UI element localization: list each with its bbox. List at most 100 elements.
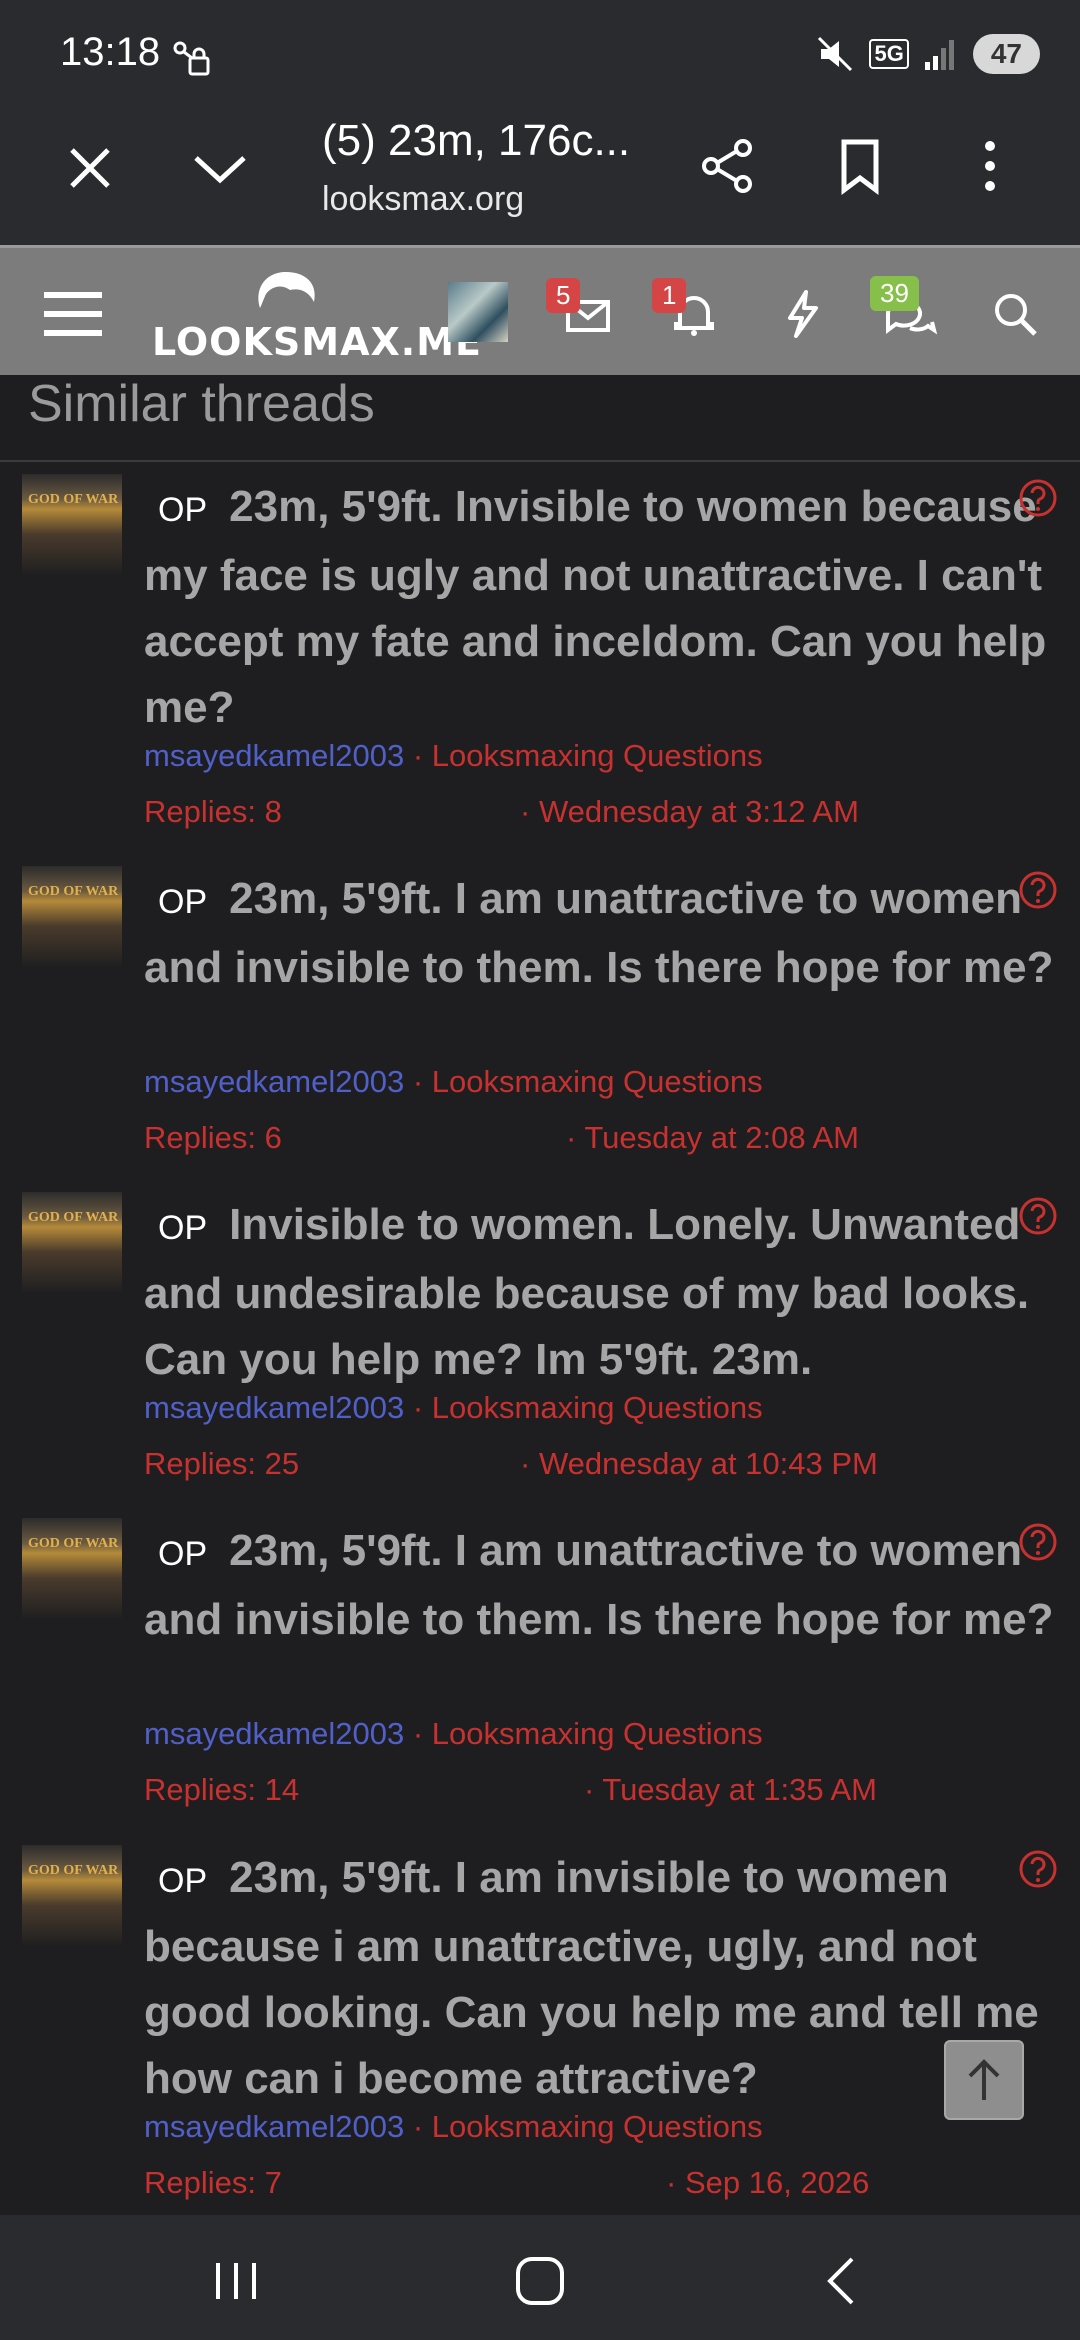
thread-title-text[interactable]: 23m, 5'9ft. I am invisible to women beca…	[144, 1853, 1039, 2103]
search-icon[interactable]	[985, 284, 1045, 344]
meta-separator: ·	[412, 1064, 424, 1099]
thread-date[interactable]: · Sep 16, 2026	[666, 2165, 869, 2201]
thread-forum[interactable]: Looksmaxing Questions	[432, 738, 763, 773]
meta-separator: ·	[520, 1446, 531, 1481]
thread-title[interactable]: OP 23m, 5'9ft. Invisible to women because…	[144, 474, 1056, 741]
question-icon	[1019, 1197, 1057, 1235]
thread-thumbnail[interactable]: GOD OF WAR	[22, 1192, 122, 1292]
thread-date-text[interactable]: Wednesday at 10:43 PM	[539, 1446, 878, 1481]
thread-thumbnail[interactable]: GOD OF WAR	[22, 866, 122, 966]
thread-meta: msayedkamel2003 · Looksmaxing Questions	[144, 1390, 763, 1426]
tab-url[interactable]: looksmax.org	[322, 180, 524, 219]
system-nav-bar	[0, 2215, 1080, 2340]
logo-text: LOOKSMAX.ME	[152, 320, 483, 364]
meta-separator: ·	[412, 2109, 424, 2144]
thread-date[interactable]: · Wednesday at 10:43 PM	[520, 1446, 878, 1482]
hair-logo-icon	[258, 272, 315, 308]
thread-title[interactable]: OP 23m, 5'9ft. I am unattractive to women…	[144, 1518, 1056, 1653]
op-prefix: OP	[158, 491, 208, 529]
question-icon	[1019, 871, 1057, 909]
section-title: Similar threads	[28, 375, 375, 433]
lock-network-icon	[173, 41, 210, 76]
meta-separator: ·	[520, 794, 531, 829]
meta-separator: ·	[412, 1390, 424, 1425]
status-indicators: 5G 47	[815, 34, 1040, 74]
thread-meta: msayedkamel2003 · Looksmaxing Questions	[144, 738, 763, 774]
site-logo[interactable]: LOOKSMAX.ME	[152, 268, 481, 364]
battery-indicator: 47	[972, 34, 1040, 74]
meta-separator: ·	[412, 738, 424, 773]
thread-forum[interactable]: Looksmaxing Questions	[432, 2109, 763, 2144]
thread-author[interactable]: msayedkamel2003	[144, 738, 404, 773]
thread-replies: Replies: 14	[144, 1772, 300, 1807]
op-prefix: OP	[158, 1862, 208, 1900]
thread-author[interactable]: msayedkamel2003	[144, 1390, 404, 1425]
share-icon[interactable]	[697, 136, 757, 196]
thread-title[interactable]: OP Invisible to women. Lonely. Unwanted a…	[144, 1192, 1056, 1393]
home-icon[interactable]	[510, 2251, 570, 2311]
thread-date-text[interactable]: Tuesday at 1:35 AM	[602, 1772, 877, 1807]
thread-replies: Replies: 7	[144, 2165, 282, 2200]
thread-title[interactable]: OP 23m, 5'9ft. I am invisible to women be…	[144, 1845, 1056, 2112]
thread-author[interactable]: msayedkamel2003	[144, 1064, 404, 1099]
signal-icon	[924, 40, 954, 70]
thread-title-text[interactable]: 23m, 5'9ft. Invisible to women because m…	[144, 482, 1046, 732]
thread-title[interactable]: OP 23m, 5'9ft. I am unattractive to women…	[144, 866, 1056, 1001]
status-bar: 13:18 5G 47	[0, 0, 1080, 110]
thread-forum[interactable]: Looksmaxing Questions	[432, 1390, 763, 1425]
thread-forum[interactable]: Looksmaxing Questions	[432, 1064, 763, 1099]
question-icon	[1019, 1523, 1057, 1561]
thread-replies: Replies: 25	[144, 1446, 300, 1481]
mute-icon	[818, 36, 853, 72]
tab-title[interactable]: (5) 23m, 176c...	[322, 116, 630, 166]
thread-forum[interactable]: Looksmaxing Questions	[432, 1716, 763, 1751]
alerts-badge: 1	[652, 278, 687, 313]
thread-meta: msayedkamel2003 · Looksmaxing Questions	[144, 2109, 763, 2145]
scroll-to-top-button[interactable]	[944, 2040, 1024, 2120]
meta-separator: ·	[584, 1772, 595, 1807]
meta-separator: ·	[412, 1716, 424, 1751]
thread-meta: msayedkamel2003 · Looksmaxing Questions	[144, 1716, 763, 1752]
thread-date[interactable]: · Wednesday at 3:12 AM	[520, 794, 859, 830]
browser-toolbar: (5) 23m, 176c... looksmax.org	[0, 110, 1080, 245]
op-prefix: OP	[158, 1209, 208, 1247]
thread-author[interactable]: msayedkamel2003	[144, 1716, 404, 1751]
thumbnail-caption: GOD OF WAR	[28, 492, 119, 507]
thread-meta: msayedkamel2003 · Looksmaxing Questions	[144, 1064, 763, 1100]
user-avatar[interactable]	[448, 282, 508, 342]
divider	[0, 460, 1080, 462]
thread-replies: Replies: 6	[144, 1120, 282, 1155]
thread-author[interactable]: msayedkamel2003	[144, 2109, 404, 2144]
menu-icon[interactable]	[44, 290, 102, 338]
thread-thumbnail[interactable]: GOD OF WAR	[22, 1845, 122, 1945]
more-options-icon[interactable]	[960, 136, 1020, 196]
recent-apps-icon[interactable]	[206, 2251, 266, 2311]
thread-title-text[interactable]: Invisible to women. Lonely. Unwanted and…	[144, 1200, 1029, 1384]
status-time: 13:18	[60, 30, 161, 74]
chevron-down-icon[interactable]	[190, 138, 250, 198]
thread-date[interactable]: · Tuesday at 1:35 AM	[584, 1772, 877, 1808]
close-icon[interactable]	[60, 138, 120, 198]
lightning-icon[interactable]	[772, 284, 832, 344]
meta-separator: ·	[666, 2165, 677, 2200]
network-type: 5G	[869, 39, 909, 69]
site-header: LOOKSMAX.ME 5 1 39	[0, 245, 1080, 375]
thread-date-text[interactable]: Wednesday at 3:12 AM	[539, 794, 859, 829]
thread-date-text[interactable]: Sep 16, 2026	[685, 2165, 869, 2200]
question-icon	[1019, 1850, 1057, 1888]
bookmark-icon[interactable]	[830, 136, 890, 196]
messages-badge: 5	[546, 278, 581, 313]
thumbnail-caption: GOD OF WAR	[28, 1536, 119, 1551]
thread-replies: Replies: 8	[144, 794, 282, 829]
thread-thumbnail[interactable]: GOD OF WAR	[22, 474, 122, 574]
chat-badge: 39	[870, 276, 919, 311]
thumbnail-caption: GOD OF WAR	[28, 884, 119, 899]
back-icon[interactable]	[812, 2251, 872, 2311]
thread-date[interactable]: · Tuesday at 2:08 AM	[566, 1120, 859, 1156]
thread-title-text[interactable]: 23m, 5'9ft. I am unattractive to women a…	[144, 1526, 1053, 1644]
thread-date-text[interactable]: Tuesday at 2:08 AM	[584, 1120, 859, 1155]
thread-title-text[interactable]: 23m, 5'9ft. I am unattractive to women a…	[144, 874, 1053, 992]
meta-separator: ·	[566, 1120, 577, 1155]
thread-thumbnail[interactable]: GOD OF WAR	[22, 1518, 122, 1618]
question-icon	[1019, 479, 1057, 517]
